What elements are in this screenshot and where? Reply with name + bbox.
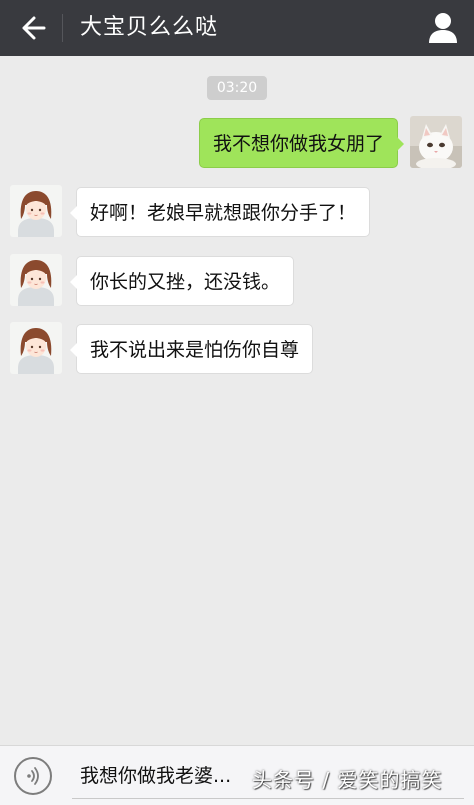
girl-illustration <box>10 254 62 306</box>
message-bubble-incoming[interactable]: 你长的又挫，还没钱。 <box>69 256 295 306</box>
watermark: 头条号 / 爱笑的搞笑 <box>252 768 443 792</box>
my-avatar[interactable] <box>410 116 462 168</box>
profile-button[interactable] <box>426 10 460 46</box>
chat-header: 大宝贝么么哒 <box>0 0 474 56</box>
girl-illustration <box>10 322 62 374</box>
message-bubble-incoming[interactable]: 好啊！老娘早就想跟你分手了！ <box>69 187 371 237</box>
chat-title: 大宝贝么么哒 <box>80 15 219 40</box>
message-input[interactable]: 我想你做我老婆... <box>80 762 231 790</box>
contact-avatar[interactable] <box>10 322 62 374</box>
message-bubble-incoming[interactable]: 我不说出来是怕伤你自尊 <box>69 324 314 374</box>
girl-illustration <box>10 185 62 237</box>
white-cat-photo <box>410 116 462 168</box>
voice-icon <box>27 767 39 785</box>
message-row-incoming: 你长的又挫，还没钱。 <box>0 254 474 314</box>
arrow-left-icon <box>22 16 46 40</box>
message-bubble-outgoing[interactable]: 我不想你做我女朋了 <box>198 118 405 168</box>
message-timestamp: 03:20 <box>207 76 267 100</box>
contact-avatar[interactable] <box>10 185 62 237</box>
input-underline <box>72 798 464 799</box>
back-button[interactable] <box>14 12 50 44</box>
person-icon <box>429 13 457 43</box>
contact-avatar[interactable] <box>10 254 62 306</box>
message-row-outgoing: 我不想你做我女朋了 <box>0 116 474 176</box>
header-divider <box>62 14 63 42</box>
message-row-incoming: 好啊！老娘早就想跟你分手了！ <box>0 185 474 245</box>
voice-button[interactable] <box>14 757 52 795</box>
message-row-incoming: 我不说出来是怕伤你自尊 <box>0 322 474 382</box>
